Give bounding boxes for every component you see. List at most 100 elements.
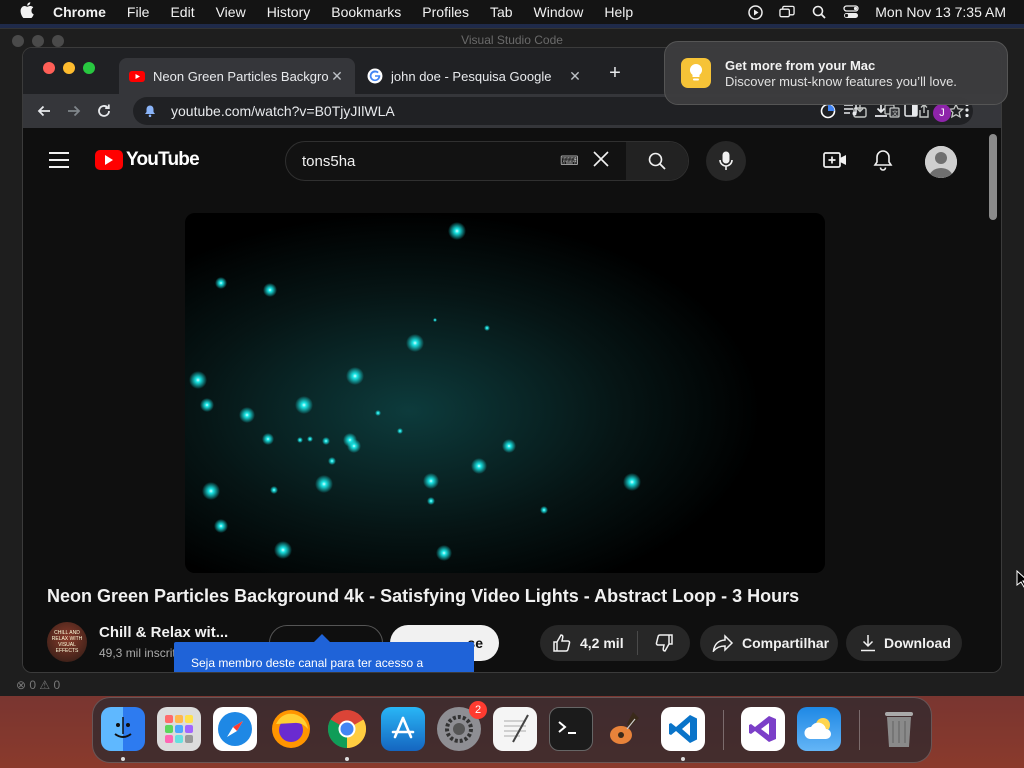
like-button[interactable]: 4,2 mil: [540, 631, 638, 655]
spotlight-search-icon[interactable]: [811, 5, 827, 19]
menu-app-chrome[interactable]: Chrome: [53, 4, 106, 20]
window-controls: [43, 62, 95, 74]
tab-close-icon[interactable]: ✕: [567, 68, 583, 85]
particle-glow: [375, 410, 381, 416]
particle-glow: [295, 396, 313, 414]
particle-glow: [263, 283, 277, 297]
search-icon: [648, 152, 666, 170]
menu-profiles[interactable]: Profiles: [422, 4, 469, 20]
menu-view[interactable]: View: [216, 4, 246, 20]
screen-mirroring-icon[interactable]: [779, 5, 795, 19]
garageband-icon[interactable]: [605, 707, 649, 751]
firefox-icon[interactable]: [269, 707, 313, 751]
tab-close-icon[interactable]: ✕: [329, 68, 345, 85]
video-frame-particles: [185, 213, 825, 573]
notifications-bell-icon[interactable]: [871, 148, 895, 172]
guide-menu-icon[interactable]: [49, 152, 69, 173]
search-button[interactable]: [626, 142, 688, 180]
particle-glow: [346, 367, 364, 385]
window-close-button[interactable]: [43, 62, 55, 74]
youtube-logo[interactable]: YouTube: [95, 149, 200, 171]
voice-search-button[interactable]: [706, 141, 746, 181]
youtube-wordmark: YouTube: [126, 149, 200, 170]
menu-edit[interactable]: Edit: [170, 4, 194, 20]
menu-history[interactable]: History: [267, 4, 311, 20]
particle-glow: [433, 318, 437, 322]
address-url[interactable]: youtube.com/watch?v=B0TjyJIlWLA: [171, 103, 819, 119]
subscriber-count: 49,3 mil inscrit: [99, 646, 176, 660]
chrome-menu-kebab-icon[interactable]: [965, 102, 969, 123]
menu-help[interactable]: Help: [604, 4, 633, 20]
mouse-cursor-icon: [1016, 569, 1024, 593]
particle-glow: [315, 475, 333, 493]
forward-arrow-icon[interactable]: [59, 96, 89, 126]
textedit-icon[interactable]: [493, 707, 537, 751]
page-scrollbar[interactable]: [989, 134, 997, 220]
menu-bookmarks[interactable]: Bookmarks: [331, 4, 401, 20]
downloads-icon[interactable]: [873, 102, 889, 123]
share-label: Compartilhar: [742, 635, 830, 651]
particle-glow: [262, 433, 274, 445]
back-arrow-icon[interactable]: [29, 96, 59, 126]
particle-glow: [623, 473, 641, 491]
screen-recording-icon[interactable]: [747, 4, 763, 20]
youtube-header: YouTube ⌨: [23, 128, 1001, 184]
reload-icon[interactable]: [89, 96, 119, 126]
download-label: Download: [884, 635, 951, 651]
vscode-status-problems[interactable]: ⊗ 0 ⚠ 0: [0, 674, 1024, 696]
side-panel-icon[interactable]: [903, 102, 919, 123]
dislike-button[interactable]: [638, 633, 690, 653]
notification-title: Get more from your Mac: [725, 57, 876, 73]
tab-youtube[interactable]: Neon Green Particles Backgro ✕: [119, 58, 355, 94]
window-minimize-button[interactable]: [63, 62, 75, 74]
vscode-icon[interactable]: [661, 707, 705, 751]
thumbs-up-icon: [553, 634, 571, 652]
download-button[interactable]: Download: [846, 625, 962, 661]
finder-icon[interactable]: [101, 707, 145, 751]
channel-name[interactable]: Chill & Relax wit...: [99, 624, 228, 641]
apple-menu-icon[interactable]: [17, 2, 37, 22]
settings-update-badge: 2: [469, 701, 487, 719]
weather-icon[interactable]: [797, 707, 841, 751]
safari-icon[interactable]: [213, 707, 257, 751]
tab-google-search[interactable]: john doe - Pesquisa Google ✕: [357, 58, 593, 94]
notification-bell-site-icon[interactable]: [143, 104, 157, 118]
chrome-window: Neon Green Particles Backgro ✕ john doe …: [22, 47, 1002, 673]
menu-bar: Chrome File Edit View History Bookmarks …: [0, 0, 1024, 24]
new-tab-plus-icon[interactable]: +: [605, 62, 625, 85]
window-zoom-button[interactable]: [83, 62, 95, 74]
trash-icon[interactable]: [877, 707, 921, 751]
keyboard-icon[interactable]: ⌨: [560, 153, 580, 169]
media-controls-icon[interactable]: [843, 102, 859, 123]
system-settings-icon[interactable]: 2: [437, 701, 487, 751]
channel-avatar[interactable]: CHILL AND RELAX WITH VISUAL EFFECTS: [47, 622, 87, 662]
chrome-icon[interactable]: [325, 707, 369, 751]
video-player[interactable]: [185, 213, 825, 573]
launchpad-icon[interactable]: [157, 707, 201, 751]
particle-glow: [471, 458, 487, 474]
create-video-icon[interactable]: [823, 148, 847, 172]
share-button[interactable]: Compartilhar: [700, 625, 838, 661]
particle-glow: [423, 473, 439, 489]
download-arrow-icon: [861, 635, 875, 652]
control-center-icon[interactable]: [843, 5, 859, 19]
menu-tab[interactable]: Tab: [490, 4, 513, 20]
search-input[interactable]: [286, 152, 560, 170]
particle-glow: [406, 334, 424, 352]
menu-bar-clock[interactable]: Mon Nov 13 7:35 AM: [875, 4, 1006, 20]
visual-studio-icon[interactable]: [741, 707, 785, 751]
terminal-icon[interactable]: [549, 707, 593, 751]
particle-glow: [215, 277, 227, 289]
particle-glow: [436, 545, 452, 561]
menu-window[interactable]: Window: [534, 4, 584, 20]
particle-glow: [540, 506, 548, 514]
particle-glow: [427, 497, 435, 505]
particle-glow: [397, 428, 403, 434]
profile-avatar[interactable]: J: [933, 103, 951, 122]
youtube-favicon-icon: [129, 71, 145, 82]
account-avatar[interactable]: [925, 146, 957, 178]
clear-search-icon[interactable]: [588, 148, 614, 174]
menu-file[interactable]: File: [127, 4, 150, 20]
tips-notification[interactable]: Get more from your Mac Discover must-kno…: [664, 41, 1008, 105]
app-store-icon[interactable]: [381, 707, 425, 751]
